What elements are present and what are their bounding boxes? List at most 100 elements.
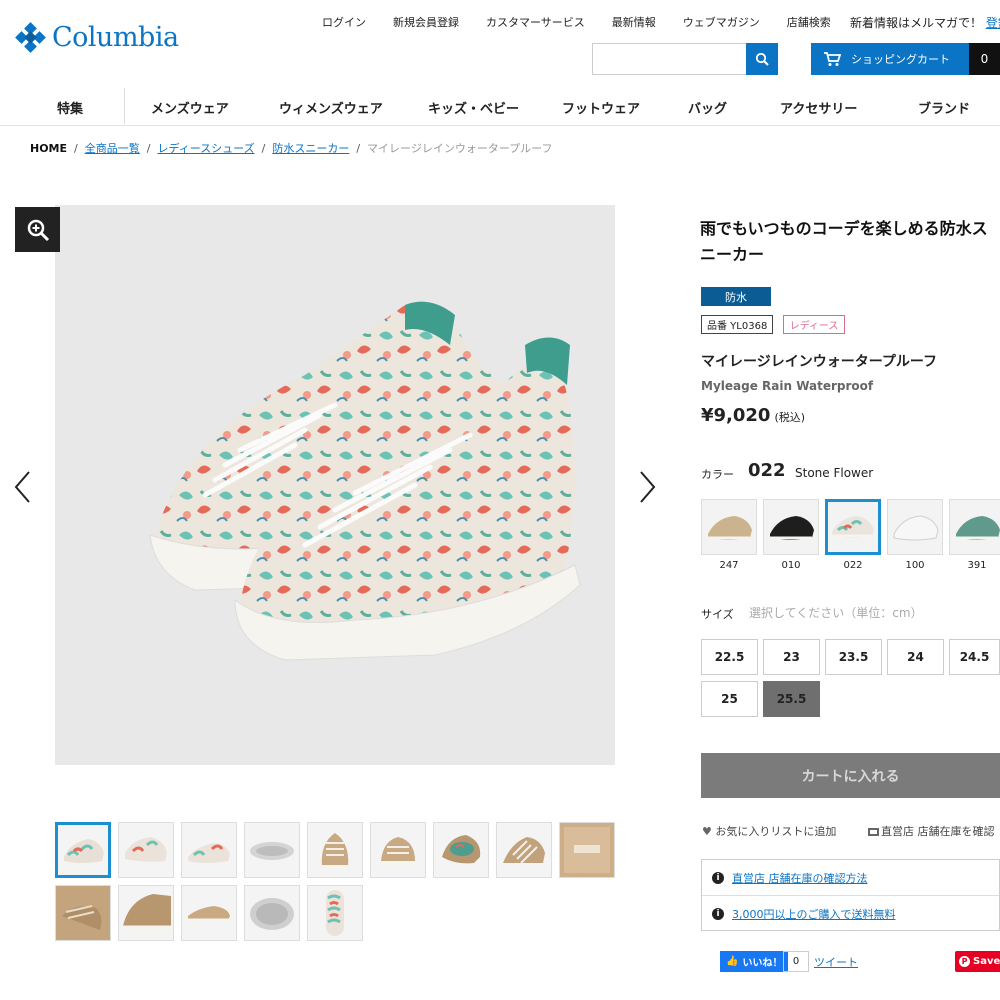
facebook-like-button[interactable]: 👍 いいね！ — [720, 951, 789, 972]
swatch-code: 247 — [719, 560, 739, 571]
breadcrumb-separator: / — [356, 142, 361, 155]
breadcrumb: HOME / 全商品一覧 / レディースシューズ / 防水スニーカー / マイレージレインウォー… — [30, 140, 553, 156]
color-swatch-022[interactable] — [825, 499, 881, 555]
newsletter-note: 新着情報はメルマガで！ 登録⇒ — [850, 14, 1000, 31]
category-badge[interactable]: レディース — [783, 315, 845, 334]
store-stock-howto-link[interactable]: 直営店 店舗在庫の確認方法 — [732, 870, 868, 886]
size-option[interactable]: 23 — [763, 639, 820, 675]
pinterest-icon: P — [959, 956, 970, 967]
gallery-thumb[interactable] — [244, 822, 300, 878]
color-label: カラー — [701, 468, 734, 481]
size-option[interactable]: 25 — [701, 681, 758, 717]
newsletter-register-link[interactable]: 登録⇒ — [986, 16, 1000, 30]
breadcrumb-ladies-shoes[interactable]: レディースシューズ — [157, 142, 254, 155]
nav-womens[interactable]: ウィメンズウェア — [279, 98, 383, 117]
color-swatch-010[interactable] — [763, 499, 819, 555]
color-swatch-391[interactable] — [949, 499, 1000, 555]
gallery-next-icon[interactable] — [637, 470, 657, 504]
size-option-selected[interactable]: 25.5 — [763, 681, 820, 717]
info-divider — [702, 895, 999, 896]
nav-accessories[interactable]: アクセサリー — [780, 98, 857, 117]
breadcrumb-current: マイレージレインウォータープルーフ — [367, 142, 553, 155]
save-label: Save — [973, 956, 1000, 967]
gallery-thumb[interactable] — [496, 822, 552, 878]
heart-icon: ♥ — [702, 825, 712, 838]
search-button[interactable] — [746, 43, 778, 75]
register-link[interactable]: 新規会員登録 — [393, 14, 459, 30]
cart-count: 0 — [969, 43, 1000, 75]
info-icon: i — [712, 872, 724, 884]
gallery-thumb[interactable] — [559, 822, 615, 878]
store-stock-link[interactable]: 直営店 店舗在庫を確認 — [868, 823, 995, 839]
swatch-code: 022 — [843, 560, 863, 571]
info-icon: i — [712, 908, 724, 920]
web-magazine-link[interactable]: ウェブマガジン — [683, 14, 760, 30]
nav-kids[interactable]: キッズ・ベビー — [428, 98, 519, 117]
color-swatch-247[interactable] — [701, 499, 757, 555]
brand-logo[interactable]: Columbia — [15, 21, 179, 53]
store-stock-label: 直営店 店舗在庫を確認 — [881, 825, 995, 838]
utility-nav: ログイン 新規会員登録 カスタマーサービス 最新情報 ウェブマガジン 店舗検索 — [322, 14, 858, 30]
add-to-cart-button[interactable]: カートに入れる — [701, 753, 1000, 798]
product-tagline: 雨でもいつものコーデを楽しめる防水スニーカー — [700, 219, 988, 264]
size-hint: 選択してください（単位：cm） — [749, 606, 923, 620]
news-link[interactable]: 最新情報 — [612, 14, 656, 30]
customer-service-link[interactable]: カスタマーサービス — [486, 14, 585, 30]
breadcrumb-separator: / — [261, 142, 266, 155]
nav-brand[interactable]: ブランド — [918, 98, 970, 117]
zoom-button[interactable] — [15, 207, 60, 252]
gallery-thumb[interactable] — [118, 822, 174, 878]
nav-footwear[interactable]: フットウェア — [562, 98, 640, 117]
favorite-label: お気に入りリストに追加 — [715, 825, 837, 838]
tweet-link[interactable]: ツイート — [814, 954, 858, 970]
breadcrumb-all-products[interactable]: 全商品一覧 — [85, 142, 140, 155]
cart-label: ショッピングカート — [851, 53, 950, 66]
gallery-thumb[interactable] — [181, 885, 237, 941]
breadcrumb-separator: / — [146, 142, 151, 155]
login-link[interactable]: ログイン — [322, 14, 366, 30]
waterproof-badge: 防水 — [701, 287, 771, 306]
nav-divider — [124, 88, 125, 124]
breadcrumb-home[interactable]: HOME — [30, 142, 67, 155]
gallery-thumb[interactable] — [181, 822, 237, 878]
gallery-thumb[interactable] — [55, 885, 111, 941]
breadcrumb-separator: / — [74, 142, 78, 155]
nav-bags[interactable]: バッグ — [688, 98, 727, 117]
gallery-thumb[interactable] — [433, 822, 489, 878]
size-option[interactable]: 23.5 — [825, 639, 882, 675]
pinterest-save-button[interactable]: P Save — [955, 951, 1000, 972]
brand-name: Columbia — [52, 22, 179, 53]
selected-color-name: Stone Flower — [795, 466, 874, 480]
shopping-cart-button[interactable]: ショッピングカート — [811, 43, 969, 75]
gallery-prev-icon[interactable] — [13, 470, 33, 504]
gallery-thumb[interactable] — [118, 885, 174, 941]
nav-mens[interactable]: メンズウェア — [151, 98, 229, 117]
like-label: いいね！ — [742, 958, 783, 969]
gallery-thumb[interactable] — [370, 822, 426, 878]
gallery-thumb[interactable] — [244, 885, 300, 941]
sneaker-pair-image — [149, 301, 581, 661]
selected-color-code: 022 — [748, 460, 786, 481]
gallery-thumb[interactable] — [307, 822, 363, 878]
product-name-en: Myleage Rain Waterproof — [701, 379, 874, 393]
gallery-thumb[interactable] — [55, 822, 111, 878]
search-box — [592, 43, 778, 75]
search-input[interactable] — [593, 44, 745, 74]
item-number: 品番 YL0368 — [701, 315, 774, 334]
swatch-code: 010 — [781, 560, 801, 571]
product-price: ¥9,020 (税込) — [701, 405, 805, 426]
favorite-link[interactable]: ♥ お気に入りリストに追加 — [702, 823, 836, 839]
breadcrumb-waterproof-sneakers[interactable]: 防水スニーカー — [272, 142, 349, 155]
size-option[interactable]: 22.5 — [701, 639, 758, 675]
product-main-image[interactable] — [55, 205, 615, 765]
nav-feature[interactable]: 特集 — [57, 98, 83, 117]
zoom-in-icon — [27, 219, 49, 241]
store-search-link[interactable]: 店舗検索 — [787, 14, 831, 30]
info-row: i 直営店 店舗在庫の確認方法 — [712, 870, 868, 886]
price-value: ¥9,020 — [701, 405, 771, 426]
size-option[interactable]: 24 — [887, 639, 944, 675]
color-swatch-100[interactable] — [887, 499, 943, 555]
free-shipping-link[interactable]: 3,000円以上のご購入で送料無料 — [732, 906, 896, 922]
gallery-thumb[interactable] — [307, 885, 363, 941]
size-option[interactable]: 24.5 — [949, 639, 1000, 675]
